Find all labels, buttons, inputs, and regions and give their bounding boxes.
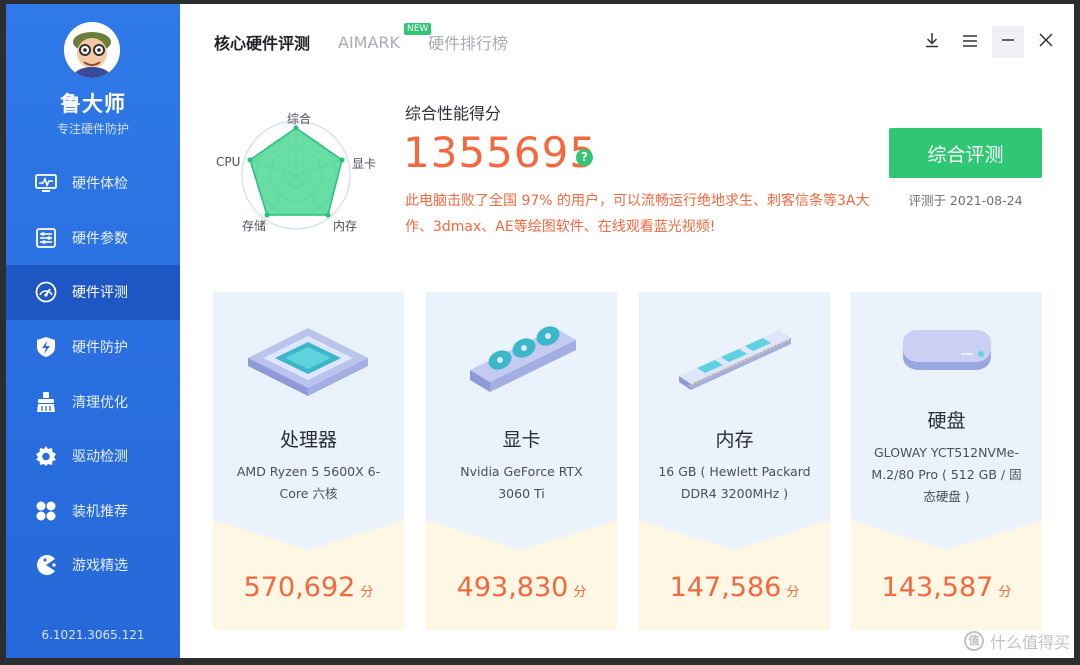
app-window: 鲁大师 专注硬件防护 硬件体检 硬件参数 硬件评测 硬件防护 清理优化 驱动检测… (6, 4, 1074, 658)
card-title: 显卡 (502, 429, 541, 451)
benchmark-date: 评测于 2021-08-24 (908, 193, 1023, 208)
minimize-button[interactable] (992, 26, 1024, 58)
score-title: 综合性能得分 (405, 104, 502, 123)
card-title: 内存 (715, 429, 754, 451)
card-title: 处理器 (279, 429, 337, 451)
card-detail: 16 GB ( Hewlett Packard DDR4 3200MHz ) (658, 464, 811, 501)
radar-label-overall: 综合 (287, 112, 312, 126)
watermark-logo: 值 (963, 631, 984, 651)
memory-stick-icon (679, 330, 791, 390)
gpu-card[interactable]: 显卡 Nvidia GeForce RTX 3060 Ti 493,830 分 (426, 292, 617, 630)
disk-card[interactable]: 硬盘 GLOWAY YCT512NVMe-M.2/80 Pro ( 512 GB… (851, 292, 1042, 630)
hamburger-icon (962, 33, 978, 52)
brand-name: 鲁大师 (60, 92, 126, 116)
monitor-pulse-icon (34, 171, 58, 195)
cpu-chip-icon (248, 328, 368, 396)
sidebar-item-label: 游戏精选 (72, 558, 128, 575)
shield-bolt-icon (34, 335, 58, 359)
minimize-icon (1000, 32, 1016, 52)
full-benchmark-button[interactable]: 综合评测 (889, 128, 1042, 178)
speedometer-icon (34, 280, 58, 304)
sidebar-item-label: 硬件体检 (72, 176, 128, 193)
download-button[interactable] (916, 26, 948, 58)
sidebar-item-label: 清理优化 (72, 394, 128, 411)
sidebar-item-games[interactable]: 游戏精选 (6, 538, 180, 593)
score-number: 493,830 (456, 572, 569, 603)
sidebar-item-label: 硬件防护 (72, 340, 128, 357)
score-number: 570,692 (243, 572, 356, 603)
menu-button[interactable] (954, 26, 986, 58)
card-score: 147,586 分 (639, 572, 830, 603)
watermark-text: 什么值得买 (989, 633, 1070, 652)
download-icon (924, 32, 940, 52)
score-unit: 分 (573, 585, 587, 600)
performance-radar: 综合 显卡 内存 存储 CPU (212, 102, 382, 236)
version-label: 6.1021.3065.121 (41, 628, 145, 642)
card-detail: Nvidia GeForce RTX 3060 Ti (460, 464, 583, 501)
gear-icon (34, 444, 58, 468)
sidebar-item-hardware-benchmark[interactable]: 硬件评测 (6, 265, 180, 320)
brand-slogan: 专注硬件防护 (56, 122, 129, 136)
sidebar-item-label: 硬件评测 (72, 285, 128, 302)
score-unit: 分 (786, 585, 800, 600)
radar-label-memory: 内存 (333, 219, 358, 233)
card-detail: GLOWAY YCT512NVMe-M.2/80 Pro ( 512 GB / … (871, 445, 1022, 504)
sidebar-item-driver-check[interactable]: 驱动检测 (6, 429, 180, 484)
sidebar-item-hardware-check[interactable]: 硬件体检 (6, 156, 180, 211)
score-unit: 分 (998, 585, 1012, 600)
avatar[interactable] (64, 22, 120, 78)
graphics-card-icon (470, 326, 576, 392)
close-icon (1038, 32, 1054, 52)
sidebar-item-hardware-params[interactable]: 硬件参数 (6, 211, 180, 266)
sidebar: 鲁大师 专注硬件防护 硬件体检 硬件参数 硬件评测 硬件防护 清理优化 驱动检测… (6, 4, 180, 658)
radar-label-gpu: 显卡 (352, 157, 377, 171)
sidebar-item-label: 装机推荐 (72, 503, 128, 520)
sidebar-item-hardware-protect[interactable]: 硬件防护 (6, 320, 180, 375)
sidebar-item-label: 硬件参数 (72, 230, 128, 247)
grid-four-icon (34, 499, 58, 523)
tab-ranking[interactable]: 硬件排行榜 (428, 30, 508, 54)
help-icon[interactable]: ? (576, 149, 593, 166)
memory-card[interactable]: 内存 16 GB ( Hewlett Packard DDR4 3200MHz … (639, 292, 830, 630)
card-title: 硬盘 (927, 410, 966, 432)
score-number: 147,586 (669, 572, 782, 603)
close-button[interactable] (1030, 26, 1062, 58)
sliders-icon (34, 226, 58, 250)
tab-core-benchmark[interactable]: 核心硬件评测 (214, 30, 310, 54)
pacman-icon (34, 553, 58, 577)
radar-label-cpu: CPU (216, 155, 241, 169)
sidebar-item-build-recommend[interactable]: 装机推荐 (6, 484, 180, 539)
top-tabs: 核心硬件评测 AIMARK 硬件排行榜 (214, 30, 536, 54)
radar-label-storage: 存储 (242, 219, 267, 233)
score-description: 此电脑击败了全国 97% 的用户，可以流畅运行绝地求生、刺客信条等3A大作、3d… (405, 193, 870, 235)
card-score: 570,692 分 (213, 572, 404, 603)
card-score: 493,830 分 (426, 572, 617, 603)
sidebar-nav: 硬件体检 硬件参数 硬件评测 硬件防护 清理优化 驱动检测 装机推荐 游戏精选 (6, 156, 180, 593)
card-score: 143,587 分 (851, 572, 1042, 603)
card-detail: AMD Ryzen 5 5600X 6-Core 六核 (236, 464, 381, 501)
new-badge: NEW (404, 23, 432, 35)
tab-aimark[interactable]: AIMARK (338, 33, 400, 52)
sidebar-item-cleanup[interactable]: 清理优化 (6, 374, 180, 429)
broom-icon (34, 390, 58, 414)
score-unit: 分 (360, 585, 374, 600)
sidebar-item-label: 驱动检测 (72, 449, 128, 466)
score-number: 143,587 (881, 572, 994, 603)
watermark: 值 什么值得买 (963, 629, 1070, 653)
total-score: 1355695 (403, 128, 598, 177)
cpu-card[interactable]: 处理器 AMD Ryzen 5 5600X 6-Core 六核 570,692 分 (213, 292, 404, 630)
hard-drive-icon (903, 330, 991, 370)
